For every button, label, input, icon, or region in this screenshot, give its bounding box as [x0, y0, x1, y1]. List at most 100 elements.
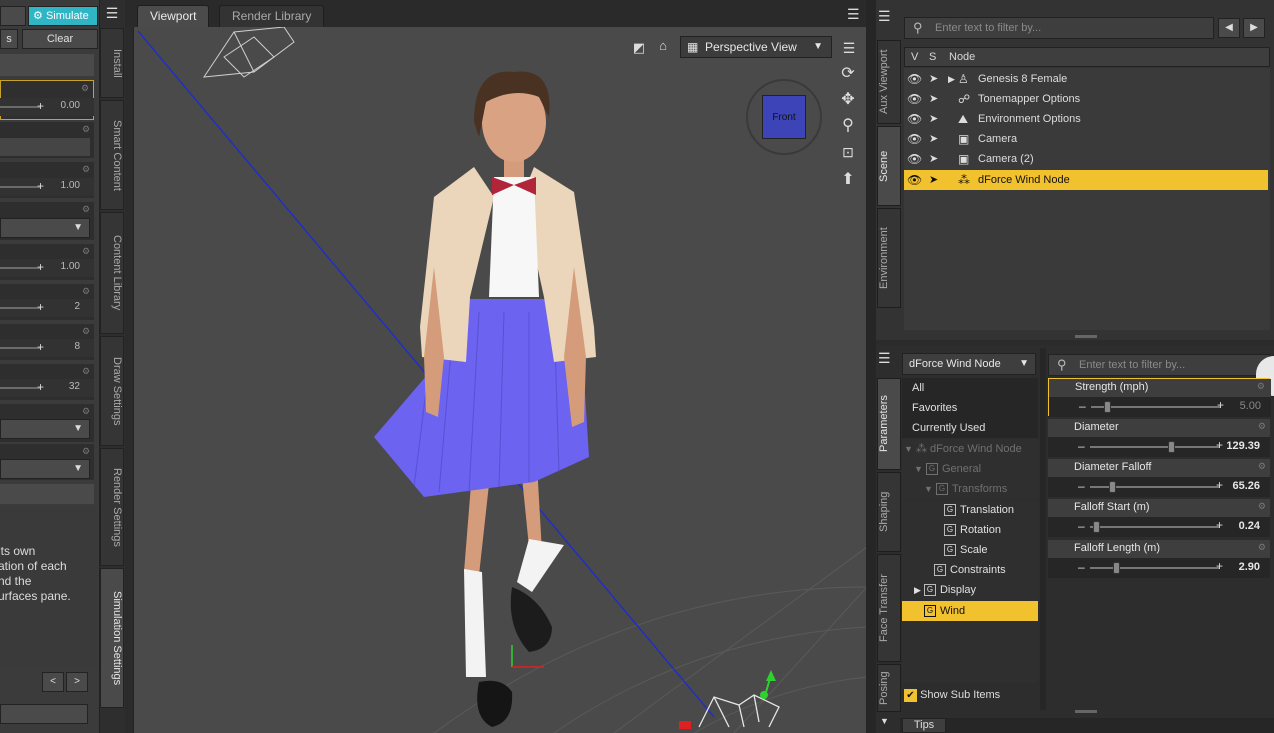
previous-button[interactable]: <	[42, 672, 64, 692]
gear-icon[interactable]: ⚙	[82, 204, 92, 214]
parameter-value[interactable]: 65.26	[1232, 480, 1260, 492]
viewport-3d[interactable]: ◩ ⌂ ▦ Perspective View ▼ ☰ Front ⟳ ✥ ⚲ ⊡…	[133, 27, 866, 733]
tree-item-currently-used[interactable]: Currently Used	[902, 418, 1038, 438]
property-slider[interactable]: + 1.00	[0, 259, 94, 277]
property-dropdown[interactable]: ▼	[0, 218, 90, 238]
menu-icon[interactable]: ☰	[847, 6, 867, 22]
tab-render-settings[interactable]: Render Settings	[100, 448, 124, 566]
property-dropdown[interactable]: ▼	[0, 459, 90, 479]
tree-item-rotation[interactable]: G Rotation	[902, 520, 1038, 540]
menu-icon[interactable]: ☰	[102, 6, 122, 20]
gear-icon[interactable]: ⚙	[82, 164, 92, 174]
eye-icon[interactable]: 👁	[907, 170, 922, 190]
tree-item-translation[interactable]: G Translation	[902, 500, 1038, 520]
pan-icon[interactable]: ✥	[837, 89, 859, 111]
eye-icon[interactable]: 👁	[907, 129, 922, 149]
parameter-slider[interactable]: – +0.24	[1048, 517, 1270, 537]
tab-shaping[interactable]: Shaping	[877, 472, 901, 552]
tree-item-scale[interactable]: G Scale	[902, 540, 1038, 560]
list-item-selected[interactable]: 👁 ➤ ⁂ dForce Wind Node	[904, 170, 1268, 190]
tree-item-general[interactable]: ▼ G General	[902, 459, 1038, 479]
list-item[interactable]: 👁 ➤ ▣ Camera	[904, 129, 1268, 149]
select-icon[interactable]: ➤	[929, 89, 938, 109]
property-row[interactable]: ⚙	[0, 122, 94, 158]
slider-knob[interactable]	[1108, 481, 1116, 493]
resize-handle[interactable]	[1075, 335, 1097, 338]
parameter-slider[interactable]: – +65.26	[1048, 477, 1270, 497]
list-item[interactable]: 👁 ➤ ▣ Camera (2)	[904, 149, 1268, 169]
parameter-slider[interactable]: – +2.90	[1048, 558, 1270, 578]
eye-icon[interactable]: 👁	[907, 109, 922, 129]
eye-icon[interactable]: 👁	[907, 149, 922, 169]
parameter-row[interactable]: Diameter ⚙ – +129.39	[1048, 419, 1270, 457]
eye-icon[interactable]: 👁	[907, 69, 922, 89]
splitter[interactable]	[1040, 348, 1046, 710]
parameter-filter-input[interactable]: ⚲ Enter text to filter by...	[1048, 354, 1270, 376]
back-button[interactable]: ◀	[1218, 18, 1240, 38]
eye-icon[interactable]: 👁	[907, 89, 922, 109]
gear-icon[interactable]: ⚙	[82, 246, 92, 256]
camera-options-icon[interactable]: ⌂	[652, 35, 674, 57]
select-icon[interactable]: ➤	[929, 69, 938, 89]
gear-icon[interactable]: ⚙	[1258, 461, 1266, 472]
secondary-button[interactable]: s	[0, 29, 18, 49]
resize-handle[interactable]	[1075, 710, 1097, 713]
gear-icon[interactable]: ⚙	[82, 366, 92, 376]
forward-button[interactable]: ▶	[1243, 18, 1265, 38]
tree-item-all[interactable]: All	[902, 378, 1038, 398]
tree-item-display[interactable]: ▶ G Display	[902, 580, 1038, 600]
slider-knob[interactable]	[1092, 521, 1100, 533]
tree-item-constraints[interactable]: G Constraints	[902, 560, 1038, 580]
tree-item-transforms[interactable]: ▼ G Transforms	[902, 479, 1038, 499]
tab-parameters[interactable]: Parameters	[877, 378, 901, 470]
orbit-icon[interactable]: ⟳	[837, 63, 859, 85]
clear-button[interactable]: Clear	[22, 29, 98, 49]
select-icon[interactable]: ➤	[929, 149, 938, 169]
tab-content-library[interactable]: Content Library	[100, 212, 124, 334]
tab-simulation-settings[interactable]: Simulation Settings	[100, 568, 124, 708]
property-slider[interactable]: + 1.00	[0, 178, 94, 196]
parameter-value[interactable]: 129.39	[1226, 440, 1260, 452]
menu-icon[interactable]: ☰	[878, 8, 898, 24]
parameter-row[interactable]: Falloff Length (m) ⚙ – +2.90	[1048, 540, 1270, 578]
gear-icon[interactable]: ⚙	[1257, 381, 1265, 392]
parameter-value[interactable]: 0.24	[1239, 520, 1260, 532]
pane-splitter[interactable]	[866, 0, 876, 733]
gear-icon[interactable]: ⚙	[81, 83, 91, 93]
menu-icon[interactable]: ☰	[838, 37, 860, 59]
parameter-slider[interactable]: – +5.00	[1049, 397, 1271, 417]
scene-filter-input[interactable]: ⚲ Enter text to filter by...	[904, 17, 1214, 39]
tab-posing[interactable]: Posing	[877, 664, 901, 712]
parameter-value[interactable]: 5.00	[1240, 400, 1261, 412]
simulate-button[interactable]: ⚙ Simulate	[28, 6, 98, 26]
zoom-icon[interactable]: ⚲	[837, 115, 859, 137]
node-selector[interactable]: dForce Wind Node ▼	[902, 353, 1036, 375]
tree-item-wind[interactable]: G Wind	[902, 601, 1038, 621]
select-icon[interactable]: ➤	[929, 109, 938, 129]
bottom-field[interactable]	[0, 704, 88, 724]
tab-smart-content[interactable]: Smart Content	[100, 100, 124, 210]
tab-environment[interactable]: Environment	[877, 208, 901, 308]
view-selector[interactable]: ▦ Perspective View ▼	[680, 36, 832, 58]
property-slider[interactable]: + 2	[0, 299, 94, 317]
menu-icon[interactable]: ☰	[878, 350, 898, 366]
view-cube[interactable]: Front	[762, 95, 806, 139]
gear-icon[interactable]: ⚙	[82, 446, 92, 456]
property-slider[interactable]: + 8	[0, 339, 94, 357]
slider-knob[interactable]	[1112, 562, 1120, 574]
tab-tips[interactable]: Tips	[902, 718, 946, 733]
parameter-row[interactable]: Falloff Start (m) ⚙ – +0.24	[1048, 499, 1270, 537]
list-item[interactable]: 👁 ➤ ▶ ♙ Genesis 8 Female	[904, 69, 1268, 89]
list-item[interactable]: 👁 ➤ ⛰ Environment Options	[904, 109, 1268, 129]
reset-view-icon[interactable]: ⬆	[837, 169, 859, 191]
list-item[interactable]: 👁 ➤ ☍ Tonemapper Options	[904, 89, 1268, 109]
slider-knob[interactable]	[1168, 441, 1176, 453]
property-dropdown[interactable]: ▼	[0, 419, 90, 439]
tab-aux-viewport[interactable]: Aux Viewport	[877, 40, 901, 124]
show-sub-items-toggle[interactable]: ✔ Show Sub Items	[904, 686, 1038, 704]
chevron-down-icon[interactable]: ▼	[880, 716, 896, 730]
gear-icon[interactable]: ⚙	[82, 286, 92, 296]
gear-icon[interactable]: ⚙	[82, 124, 92, 134]
select-icon[interactable]: ➤	[929, 129, 938, 149]
expand-icon[interactable]: ▶	[948, 69, 955, 89]
